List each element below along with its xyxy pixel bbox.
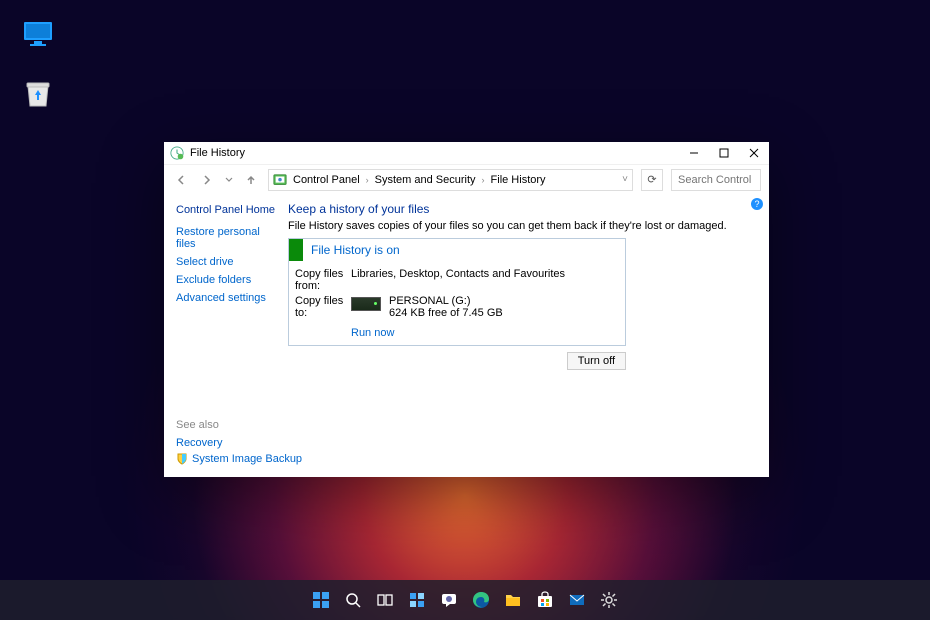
store-button[interactable] <box>533 588 557 612</box>
windows-logo-icon <box>312 591 330 609</box>
window-title: File History <box>190 147 245 159</box>
chevron-right-icon: › <box>482 175 485 185</box>
taskbar[interactable] <box>0 580 930 620</box>
control-panel-home-link[interactable]: Control Panel Home <box>176 204 276 216</box>
gear-icon <box>600 591 618 609</box>
search-button[interactable] <box>341 588 365 612</box>
desktop: File History Control Panel › System and … <box>0 0 930 620</box>
arrow-left-icon <box>175 174 187 186</box>
task-view-icon <box>376 591 394 609</box>
mail-button[interactable] <box>565 588 589 612</box>
desktop-icon-recycle-bin[interactable] <box>18 78 58 110</box>
arrow-right-icon <box>201 174 213 186</box>
copy-to-row: Copy files to: PERSONAL (G:) 624 KB free… <box>289 293 625 321</box>
drive-icon <box>351 297 381 311</box>
status-indicator-icon <box>289 239 303 261</box>
search-icon <box>344 591 362 609</box>
help-icon: ? <box>754 199 759 209</box>
copy-from-label: Copy files from: <box>295 268 351 292</box>
refresh-button[interactable]: ⟳ <box>641 169 663 191</box>
up-button[interactable] <box>242 171 260 189</box>
nav-row: Control Panel › System and Security › Fi… <box>164 164 769 194</box>
maximize-icon <box>719 148 729 158</box>
edge-button[interactable] <box>469 588 493 612</box>
copy-to-label: Copy files to: <box>295 295 351 319</box>
chevron-right-icon: › <box>366 175 369 185</box>
copy-from-row: Copy files from: Libraries, Desktop, Con… <box>289 267 625 293</box>
file-explorer-button[interactable] <box>501 588 525 612</box>
status-text: File History is on <box>311 243 400 257</box>
run-now-link[interactable]: Run now <box>289 321 625 339</box>
turn-off-button[interactable]: Turn off <box>567 352 626 370</box>
shield-flag-icon <box>176 453 188 465</box>
sidebar-link-select-drive[interactable]: Select drive <box>176 256 276 268</box>
drive-name: PERSONAL (G:) <box>389 295 503 307</box>
search-input[interactable] <box>678 174 754 186</box>
widgets-button[interactable] <box>405 588 429 612</box>
start-button[interactable] <box>309 588 333 612</box>
window-body: Control Panel Home Restore personal file… <box>164 194 769 477</box>
minimize-button[interactable] <box>679 142 709 164</box>
monitor-icon <box>22 18 54 50</box>
task-view-button[interactable] <box>373 588 397 612</box>
drive-free-space: 624 KB free of 7.45 GB <box>389 307 503 319</box>
help-button[interactable]: ? <box>751 198 763 210</box>
chat-icon <box>440 591 458 609</box>
address-bar[interactable]: Control Panel › System and Security › Fi… <box>268 169 633 191</box>
status-bar: File History is on <box>289 239 625 261</box>
sidebar-link-exclude-folders[interactable]: Exclude folders <box>176 274 276 286</box>
crumb-file-history[interactable]: File History <box>491 174 546 186</box>
forward-button[interactable] <box>198 171 216 189</box>
crumb-system-and-security[interactable]: System and Security <box>375 174 476 186</box>
chevron-down-icon <box>225 176 233 184</box>
sidebar-link-restore-files[interactable]: Restore personal files <box>176 226 276 250</box>
crumb-control-panel[interactable]: Control Panel <box>293 174 360 186</box>
search-box[interactable] <box>671 169 761 191</box>
settings-button[interactable] <box>597 588 621 612</box>
desktop-icon-this-pc[interactable] <box>18 18 58 50</box>
address-dropdown-button[interactable]: ˅ <box>622 174 628 185</box>
store-icon <box>536 591 554 609</box>
see-also-label: See also <box>176 419 302 431</box>
folder-icon <box>504 591 522 609</box>
recovery-link[interactable]: Recovery <box>176 437 302 449</box>
recycle-bin-icon <box>22 78 54 110</box>
turn-off-row: Turn off <box>288 352 626 370</box>
copy-from-value: Libraries, Desktop, Contacts and Favouri… <box>351 268 565 280</box>
back-button[interactable] <box>172 171 190 189</box>
system-image-backup-link[interactable]: System Image Backup <box>176 453 302 465</box>
footer-sidebar: See also Recovery System Image Backup <box>176 419 302 469</box>
close-icon <box>749 148 759 158</box>
mail-icon <box>568 591 586 609</box>
control-panel-icon <box>273 173 287 187</box>
status-panel: File History is on Copy files from: Libr… <box>288 238 626 346</box>
titlebar[interactable]: File History <box>164 142 769 164</box>
sidebar-link-advanced-settings[interactable]: Advanced settings <box>176 292 276 304</box>
close-button[interactable] <box>739 142 769 164</box>
recent-locations-button[interactable] <box>224 171 234 189</box>
file-history-window: File History Control Panel › System and … <box>164 142 769 477</box>
arrow-up-icon <box>245 174 257 186</box>
page-heading: Keep a history of your files <box>288 202 757 216</box>
edge-icon <box>472 591 490 609</box>
chat-button[interactable] <box>437 588 461 612</box>
widgets-icon <box>408 591 426 609</box>
refresh-icon: ⟳ <box>647 173 656 186</box>
page-subheading: File History saves copies of your files … <box>288 220 757 232</box>
content-area: ? Keep a history of your files File Hist… <box>284 194 769 477</box>
maximize-button[interactable] <box>709 142 739 164</box>
clock-shield-icon <box>170 146 184 160</box>
minimize-icon <box>689 148 699 158</box>
